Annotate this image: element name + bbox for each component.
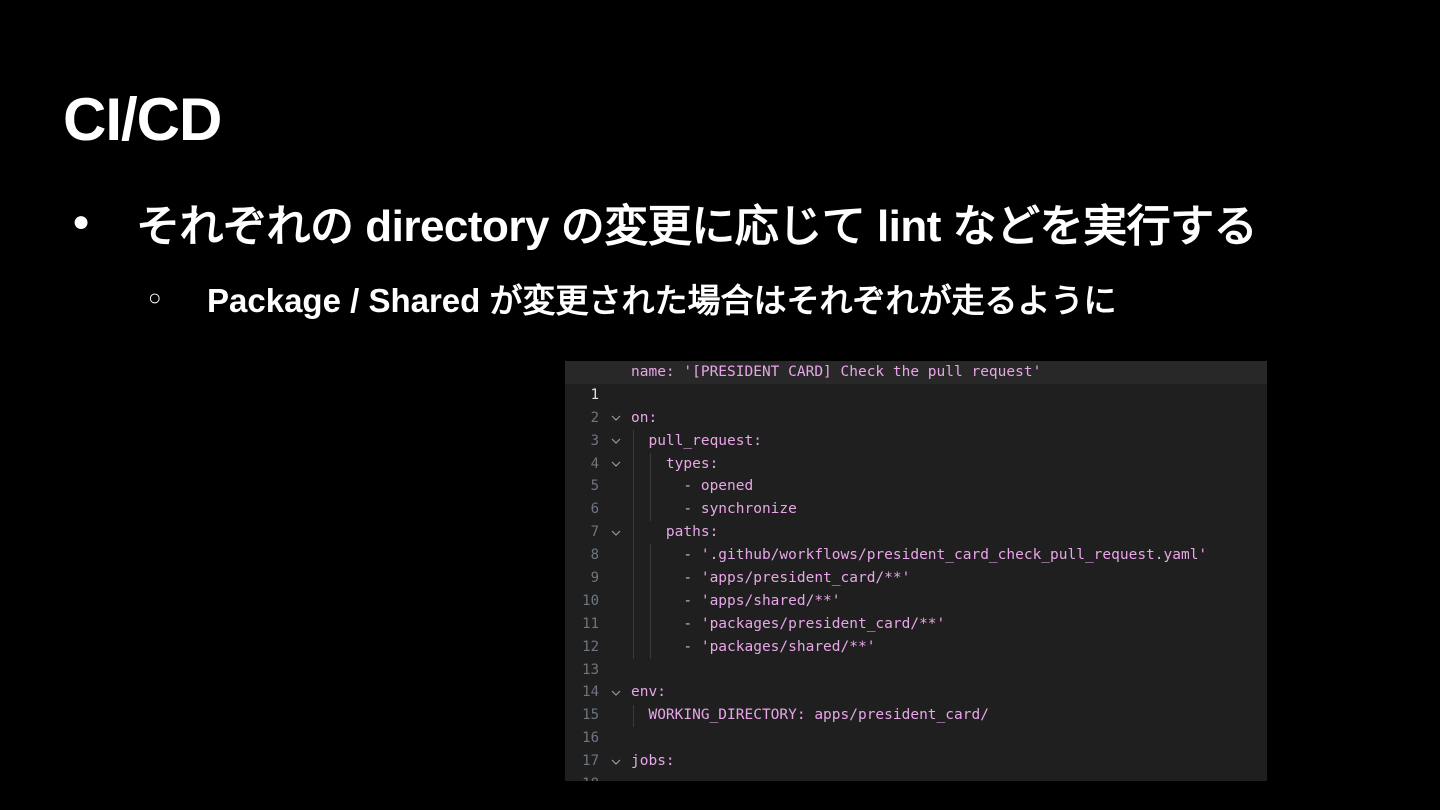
code-line: 18 jobs: <box>565 750 1267 781</box>
indent-guide <box>633 429 634 659</box>
code-line: 11 - 'apps/shared/**' <box>565 590 1267 632</box>
sub-bullet-marker: ○ <box>148 285 162 310</box>
code-line: 5 types: <box>565 453 1267 495</box>
code-text: paths: <box>631 524 719 541</box>
code-line: 17 <box>565 727 1267 769</box>
chevron-down-icon[interactable] <box>607 681 625 704</box>
code-text: on: <box>631 409 658 426</box>
bullet-text: それぞれの directory の変更に応じて lint などを実行する <box>136 202 1258 251</box>
code-line: 8 paths: <box>565 521 1267 563</box>
code-line: 7 - synchronize <box>565 498 1267 540</box>
code-text: jobs: <box>631 753 675 770</box>
code-text: - 'apps/president_card/**' <box>631 570 911 587</box>
code-line: 12 - 'packages/president_card/**' <box>565 613 1267 655</box>
code-line: 13 - 'packages/shared/**' <box>565 636 1267 678</box>
code-text: - opened <box>631 478 754 495</box>
chevron-down-icon[interactable] <box>607 430 625 453</box>
line-number: 18 <box>565 773 599 781</box>
code-text: types: <box>631 455 719 472</box>
code-line: 14 <box>565 659 1267 700</box>
code-line: 2 <box>565 384 1267 426</box>
chevron-down-icon[interactable] <box>607 750 625 773</box>
indent-guide <box>650 544 652 659</box>
bullet-marker: ● <box>72 205 90 238</box>
code-line: 4 pull_request: <box>565 430 1267 472</box>
code-text: - '.github/workflows/president_card_chec… <box>631 547 1208 564</box>
code-text: name: '[PRESIDENT CARD] Check the pull r… <box>631 364 1042 380</box>
chevron-down-icon[interactable] <box>607 521 625 544</box>
code-text: - synchronize <box>631 501 797 518</box>
sub-bullet-text: Package / Shared が変更された場合はそれぞれが走るように <box>207 282 1117 319</box>
sub-bullet-item: ○ Package / Shared が変更された場合はそれぞれが走るように <box>148 276 1116 320</box>
code-text: - 'packages/president_card/**' <box>631 615 946 632</box>
chevron-down-icon[interactable] <box>607 453 625 476</box>
slide: CI/CD ● それぞれの directory の変更に応じて lint などを… <box>0 0 1440 810</box>
bullet-item: ● それぞれの directory の変更に応じて lint などを実行する <box>72 192 1258 252</box>
code-text: - 'packages/shared/**' <box>631 638 876 655</box>
code-text: env: <box>631 684 666 701</box>
slide-title: CI/CD <box>63 86 222 153</box>
code-line: 1 name: '[PRESIDENT CARD] Check the pull… <box>565 361 1267 403</box>
code-line: 16 WORKING_DIRECTORY: apps/president_car… <box>565 704 1267 746</box>
code-line: 9 - '.github/workflows/president_card_ch… <box>565 544 1267 586</box>
chevron-down-icon[interactable] <box>607 407 625 430</box>
indent-guide <box>650 452 652 522</box>
code-line: 15 env: <box>565 681 1267 723</box>
code-line: 3 on: <box>565 407 1267 449</box>
code-text: - 'apps/shared/**' <box>631 592 841 609</box>
code-text: WORKING_DIRECTORY: apps/president_card/ <box>631 707 989 724</box>
code-line: 10 - 'apps/president_card/**' <box>565 567 1267 609</box>
code-editor-screenshot: 1 name: '[PRESIDENT CARD] Check the pull… <box>565 361 1267 781</box>
indent-guide <box>633 704 634 728</box>
code-line: 6 - opened <box>565 475 1267 517</box>
code-text: pull_request: <box>631 432 762 449</box>
